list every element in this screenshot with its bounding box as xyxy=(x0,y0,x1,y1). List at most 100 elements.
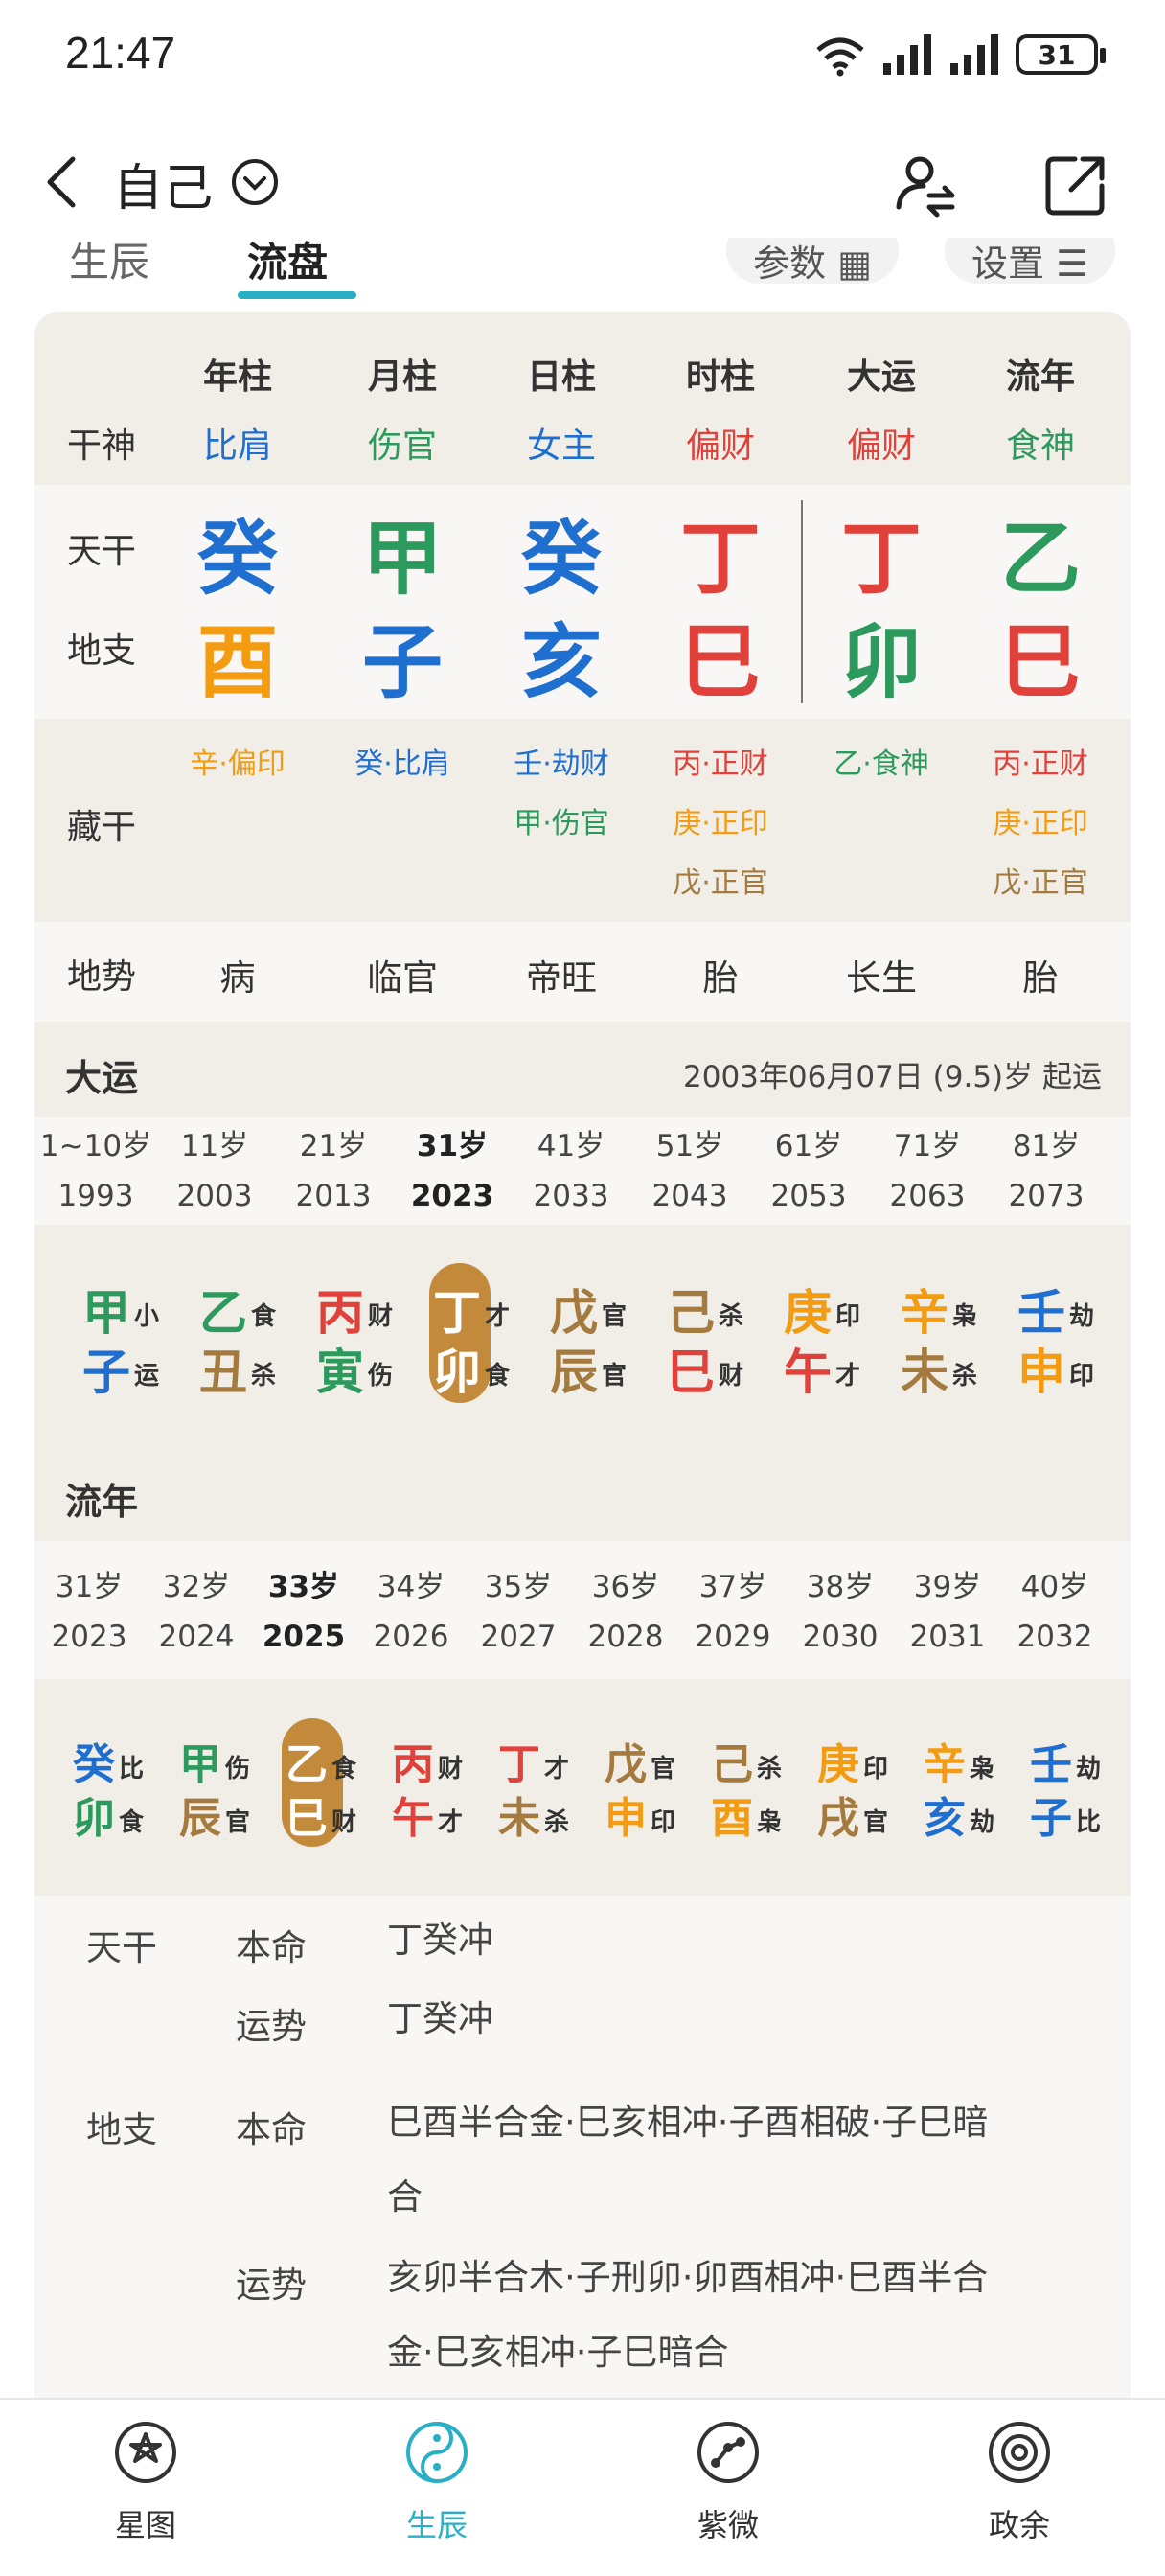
back-button[interactable] xyxy=(33,151,90,213)
tab-shengchen[interactable]: 生辰 xyxy=(69,238,149,288)
dizhi-benming-line: 巳酉半合金·巳亥相冲·子酉相破·子巳暗 xyxy=(387,2102,989,2143)
ganzhi-cell[interactable]: 壬劫子比 xyxy=(1020,1679,1131,1880)
age-label: 71岁 xyxy=(893,1129,962,1163)
branch-char: 申 xyxy=(605,1794,647,1843)
ganzhi-cell[interactable]: 丁才卯食 xyxy=(423,1225,542,1436)
age-year-cell[interactable]: 36岁 2028 xyxy=(568,1562,683,1662)
share-button[interactable] xyxy=(1042,151,1109,218)
age-year-cell[interactable]: 34岁 2026 xyxy=(354,1562,468,1662)
age-year-cell[interactable]: 32岁 2024 xyxy=(139,1562,254,1662)
heavenly-stem: 丁 xyxy=(679,512,761,606)
chevron-down-icon xyxy=(232,159,278,205)
stem-char: 戊 xyxy=(605,1740,647,1789)
age-year-cell[interactable]: 1~10岁 1993 xyxy=(38,1121,153,1221)
age-year-cell[interactable]: 81岁 2073 xyxy=(989,1121,1104,1221)
relations-block: 天干 本命 丁癸冲 运势 丁癸冲 地支 本命 巳酉半合金·巳亥相冲·子酉相破·子… xyxy=(34,1896,1131,2402)
branch-char: 亥 xyxy=(924,1794,966,1843)
ganzhi-cell[interactable]: 戊官申印 xyxy=(595,1679,714,1880)
branch-char: 子 xyxy=(82,1345,130,1400)
nav-item-yin-yang[interactable]: 生辰 xyxy=(341,2419,533,2545)
branch-char: 酉 xyxy=(711,1794,753,1843)
age-year-cell[interactable]: 40岁 2032 xyxy=(997,1562,1112,1662)
earthly-branch: 巳 xyxy=(679,615,761,709)
age-label: 21岁 xyxy=(299,1129,368,1163)
age-label: 37岁 xyxy=(698,1570,767,1604)
profile-dropdown-button[interactable] xyxy=(230,157,280,207)
heavenly-stem: 癸 xyxy=(196,512,278,606)
ganzhi-cell[interactable]: 辛枭亥劫 xyxy=(914,1679,1033,1880)
tab-liupan[interactable]: 流盘 xyxy=(247,238,328,288)
switch-person-button[interactable] xyxy=(891,151,958,218)
age-year-cell[interactable]: 21岁 2013 xyxy=(276,1121,391,1221)
year-label: 2043 xyxy=(651,1179,728,1213)
ganzhi-cell[interactable]: 庚印戌官 xyxy=(808,1679,926,1880)
age-label: 41岁 xyxy=(537,1129,605,1163)
ganzhi-cell[interactable]: 壬劫申印 xyxy=(1008,1225,1127,1436)
ganzhi-cell[interactable]: 癸比卯食 xyxy=(63,1679,182,1880)
ganzhi-cell[interactable]: 乙食巳财 xyxy=(276,1679,395,1880)
year-label: 2026 xyxy=(373,1620,449,1654)
ganzhi-cell[interactable]: 丙财寅伤 xyxy=(307,1225,425,1436)
ganzhi-cell[interactable]: 甲小子运 xyxy=(73,1225,192,1436)
age-label: 36岁 xyxy=(591,1570,660,1604)
liunian-title: 流年 xyxy=(65,1481,139,1523)
ganzhi-cell[interactable]: 己杀酉枭 xyxy=(701,1679,820,1880)
hidden-stem: 甲·伤官 xyxy=(514,807,609,840)
ganzhi-cell[interactable]: 甲伤辰官 xyxy=(170,1679,288,1880)
stem-label: 天干 xyxy=(67,532,137,571)
stem-char: 丁 xyxy=(498,1740,540,1789)
age-year-cell[interactable]: 37岁 2029 xyxy=(675,1562,790,1662)
stem-tag: 财 xyxy=(438,1754,464,1783)
age-year-cell[interactable]: 31岁 2023 xyxy=(34,1562,147,1662)
params-button[interactable]: 参数 ▦ xyxy=(726,238,899,285)
age-year-cell[interactable]: 61岁 2053 xyxy=(751,1121,866,1221)
branch-tag: 印 xyxy=(1069,1361,1095,1391)
age-year-cell[interactable]: 51岁 2043 xyxy=(632,1121,747,1221)
stem-tag: 小 xyxy=(134,1301,160,1331)
age-year-cell[interactable]: 41岁 2033 xyxy=(514,1121,628,1221)
ganzhi-cell[interactable]: 丙财午才 xyxy=(382,1679,501,1880)
stem-tag: 食 xyxy=(331,1754,357,1783)
earthly-branch: 亥 xyxy=(520,615,602,709)
settings-button[interactable]: 设置 ☰ xyxy=(945,238,1116,285)
dizhi-yunshi-line: 金·巳亥相冲·子巳暗合 xyxy=(387,2332,729,2373)
age-label: 51岁 xyxy=(655,1129,724,1163)
age-label: 35岁 xyxy=(484,1570,553,1604)
stem-tag: 比 xyxy=(119,1754,145,1783)
pillar-header: 大运 xyxy=(846,357,916,397)
age-year-cell[interactable]: 35岁 2027 xyxy=(461,1562,576,1662)
age-year-cell[interactable]: 38岁 2030 xyxy=(783,1562,898,1662)
settings-label: 设置 xyxy=(971,242,1045,285)
ganzhi-cell[interactable]: 己杀巳财 xyxy=(657,1225,776,1436)
ganzhi-cell[interactable]: 戊官辰官 xyxy=(540,1225,659,1436)
params-label: 参数 xyxy=(753,242,827,285)
ganzhi-cell[interactable]: 乙食丑杀 xyxy=(190,1225,308,1436)
signal-icon xyxy=(883,34,931,75)
age-year-cell[interactable]: 33岁 2025 xyxy=(246,1562,361,1662)
age-label: 32岁 xyxy=(162,1570,231,1604)
shen-value: 偏财 xyxy=(846,426,916,466)
age-year-cell[interactable]: 31岁 2023 xyxy=(395,1121,510,1221)
page-title[interactable]: 自己 xyxy=(113,148,213,219)
signal-icon xyxy=(950,34,998,75)
nav-item-star-chart[interactable]: 星图 xyxy=(50,2419,241,2545)
ganzhi-cell[interactable]: 丁才未杀 xyxy=(489,1679,607,1880)
liunian-ganzhi-row: 癸比卯食甲伤辰官乙食巳财丙财午才丁才未杀戊官申印己杀酉枭庚印戌官辛枭亥劫壬劫子比 xyxy=(34,1679,1131,1896)
branch-label: 地支 xyxy=(67,632,137,671)
stem-tag: 官 xyxy=(651,1754,676,1783)
shen-value: 比肩 xyxy=(202,426,272,466)
age-year-cell[interactable]: 39岁 2031 xyxy=(890,1562,1005,1662)
age-label: 81岁 xyxy=(1012,1129,1081,1163)
branch-char: 寅 xyxy=(316,1345,364,1400)
year-label: 2031 xyxy=(909,1620,986,1654)
nav-item-dial[interactable]: 政余 xyxy=(924,2419,1115,2545)
ganzhi-cell[interactable]: 辛枭未杀 xyxy=(891,1225,1010,1436)
year-label: 1993 xyxy=(57,1179,134,1213)
age-year-cell[interactable]: 11岁 2003 xyxy=(157,1121,272,1221)
wifi-icon xyxy=(816,37,864,77)
age-year-cell[interactable]: 71岁 2063 xyxy=(870,1121,985,1221)
ganzhi-cell[interactable]: 庚印午才 xyxy=(774,1225,893,1436)
earthly-branch: 子 xyxy=(361,615,443,709)
nav-item-ziwei[interactable]: 紫微 xyxy=(632,2419,824,2545)
branch-tag: 杀 xyxy=(544,1807,570,1837)
